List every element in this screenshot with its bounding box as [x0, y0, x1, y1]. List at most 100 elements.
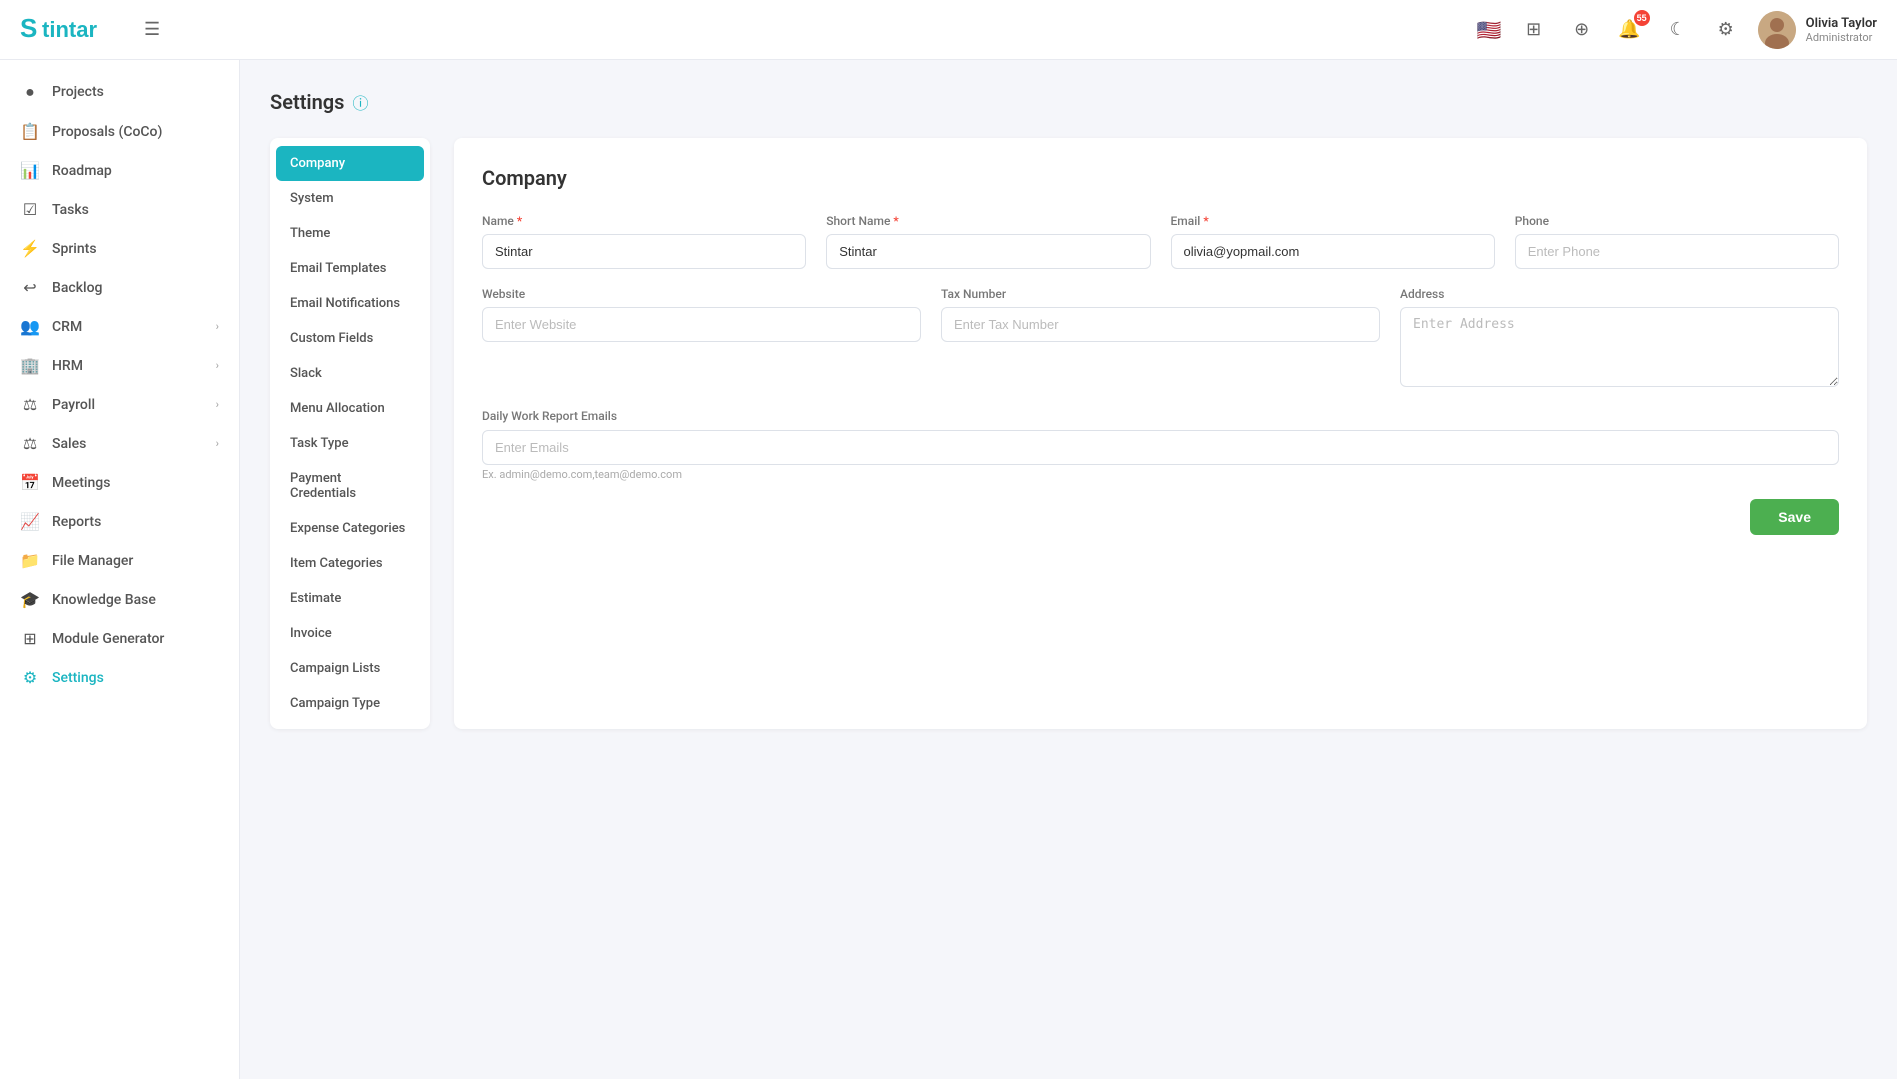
user-profile[interactable]: Olivia Taylor Administrator	[1758, 11, 1877, 49]
settings-nav-estimate[interactable]: Estimate	[270, 581, 430, 616]
daily-emails-input[interactable]	[482, 430, 1839, 465]
sidebar-item-label: Meetings	[52, 475, 110, 491]
settings-nav-campaign-lists[interactable]: Campaign Lists	[270, 651, 430, 686]
header: S tintar ☰ 🇺🇸 ⊞ ⊕ 🔔 55 ☾ ⚙	[0, 0, 1897, 60]
hamburger-icon: ☰	[144, 19, 160, 39]
flag-icon[interactable]: 🇺🇸	[1477, 18, 1502, 42]
short-name-input[interactable]	[826, 234, 1150, 269]
gear-icon: ⚙	[1718, 19, 1734, 40]
settings-nav-slack[interactable]: Slack	[270, 356, 430, 391]
sidebar-item-roadmap[interactable]: 📊 Roadmap	[0, 151, 239, 190]
settings-nav-expense-categories[interactable]: Expense Categories	[270, 511, 430, 546]
module-generator-icon: ⊞	[20, 629, 40, 648]
logo-svg: S tintar	[20, 11, 120, 43]
name-label: Name *	[482, 214, 806, 228]
chevron-right-icon: ›	[216, 398, 219, 411]
sidebar-item-label: Sprints	[52, 241, 97, 257]
short-name-field-group: Short Name *	[826, 214, 1150, 269]
address-field-group: Address	[1400, 287, 1839, 387]
user-role: Administrator	[1806, 31, 1877, 44]
hamburger-button[interactable]: ☰	[140, 15, 164, 44]
backlog-icon: ↩	[20, 278, 40, 297]
tax-number-label: Tax Number	[941, 287, 1380, 301]
sidebar-item-crm[interactable]: 👥 CRM ›	[0, 307, 239, 346]
logo-text: S tintar	[20, 11, 120, 49]
settings-nav-email-notifications[interactable]: Email Notifications	[270, 286, 430, 321]
sidebar-item-sales[interactable]: ⚖ Sales ›	[0, 424, 239, 463]
sidebar-item-label: File Manager	[52, 553, 133, 569]
sidebar-item-sprints[interactable]: ⚡ Sprints	[0, 229, 239, 268]
settings-nav-email-templates[interactable]: Email Templates	[270, 251, 430, 286]
sidebar-item-label: Module Generator	[52, 631, 164, 647]
apps-icon: ⊞	[1526, 19, 1541, 40]
settings-nav-menu-allocation[interactable]: Menu Allocation	[270, 391, 430, 426]
email-input[interactable]	[1171, 234, 1495, 269]
sidebar-item-projects[interactable]: ● Projects	[0, 72, 239, 112]
phone-label: Phone	[1515, 214, 1839, 228]
apps-button[interactable]: ⊞	[1518, 14, 1550, 46]
crosshair-button[interactable]: ⊕	[1566, 14, 1598, 46]
settings-nav-custom-fields[interactable]: Custom Fields	[270, 321, 430, 356]
name-required: *	[517, 214, 522, 228]
svg-text:tintar: tintar	[42, 17, 97, 42]
sidebar-item-label: Settings	[52, 670, 104, 686]
page-title: Settings	[270, 90, 344, 114]
address-input[interactable]	[1400, 307, 1839, 387]
company-panel-title: Company	[482, 166, 1839, 190]
sidebar-item-knowledge-base[interactable]: 🎓 Knowledge Base	[0, 580, 239, 619]
phone-field-group: Phone	[1515, 214, 1839, 269]
logo: S tintar	[20, 11, 120, 49]
phone-input[interactable]	[1515, 234, 1839, 269]
hrm-icon: 🏢	[20, 356, 40, 375]
settings-nav: Company System Theme Email Templates Ema…	[270, 138, 430, 729]
settings-icon: ⚙	[20, 668, 40, 687]
sidebar-item-payroll[interactable]: ⚖ Payroll ›	[0, 385, 239, 424]
sidebar-item-file-manager[interactable]: 📁 File Manager	[0, 541, 239, 580]
sidebar-item-tasks[interactable]: ☑ Tasks	[0, 190, 239, 229]
proposals-icon: 📋	[20, 122, 40, 141]
settings-layout: Company System Theme Email Templates Ema…	[270, 138, 1867, 729]
tax-number-input[interactable]	[941, 307, 1380, 342]
sidebar-item-settings[interactable]: ⚙ Settings	[0, 658, 239, 697]
settings-nav-system[interactable]: System	[270, 181, 430, 216]
settings-nav-payment-credentials[interactable]: Payment Credentials	[270, 461, 430, 511]
website-input[interactable]	[482, 307, 921, 342]
address-label: Address	[1400, 287, 1839, 301]
settings-nav-campaign-type[interactable]: Campaign Type	[270, 686, 430, 721]
sidebar-item-label: Knowledge Base	[52, 592, 156, 608]
sidebar-item-label: Roadmap	[52, 163, 112, 179]
sidebar-item-reports[interactable]: 📈 Reports	[0, 502, 239, 541]
name-input[interactable]	[482, 234, 806, 269]
header-right: 🇺🇸 ⊞ ⊕ 🔔 55 ☾ ⚙ Olivia Tay	[1477, 11, 1877, 49]
sidebar-item-hrm[interactable]: 🏢 HRM ›	[0, 346, 239, 385]
dark-mode-button[interactable]: ☾	[1662, 14, 1694, 46]
settings-nav-theme[interactable]: Theme	[270, 216, 430, 251]
email-label: Email *	[1171, 214, 1495, 228]
settings-nav-company[interactable]: Company	[276, 146, 424, 181]
chevron-right-icon: ›	[216, 359, 219, 372]
email-field-group: Email *	[1171, 214, 1495, 269]
settings-nav-invoice[interactable]: Invoice	[270, 616, 430, 651]
notification-badge: 55	[1634, 10, 1650, 26]
user-name: Olivia Taylor	[1806, 16, 1877, 31]
website-label: Website	[482, 287, 921, 301]
sidebar-item-meetings[interactable]: 📅 Meetings	[0, 463, 239, 502]
svg-text:S: S	[20, 13, 37, 43]
settings-nav-task-type[interactable]: Task Type	[270, 426, 430, 461]
settings-gear-button[interactable]: ⚙	[1710, 14, 1742, 46]
save-button[interactable]: Save	[1750, 499, 1839, 535]
sidebar-item-label: Payroll	[52, 397, 95, 413]
projects-icon: ●	[20, 82, 40, 102]
page-title-row: Settings ⓘ	[270, 90, 1867, 114]
file-manager-icon: 📁	[20, 551, 40, 570]
short-name-required: *	[893, 214, 898, 228]
form-row-2: Website Tax Number Address	[482, 287, 1839, 387]
settings-nav-item-categories[interactable]: Item Categories	[270, 546, 430, 581]
sidebar-item-label: Projects	[52, 84, 104, 100]
sales-icon: ⚖	[20, 434, 40, 453]
sidebar-item-module-generator[interactable]: ⊞ Module Generator	[0, 619, 239, 658]
meetings-icon: 📅	[20, 473, 40, 492]
sidebar-item-proposals[interactable]: 📋 Proposals (CoCo)	[0, 112, 239, 151]
sidebar-item-backlog[interactable]: ↩ Backlog	[0, 268, 239, 307]
bell-button[interactable]: 🔔 55	[1614, 14, 1646, 46]
